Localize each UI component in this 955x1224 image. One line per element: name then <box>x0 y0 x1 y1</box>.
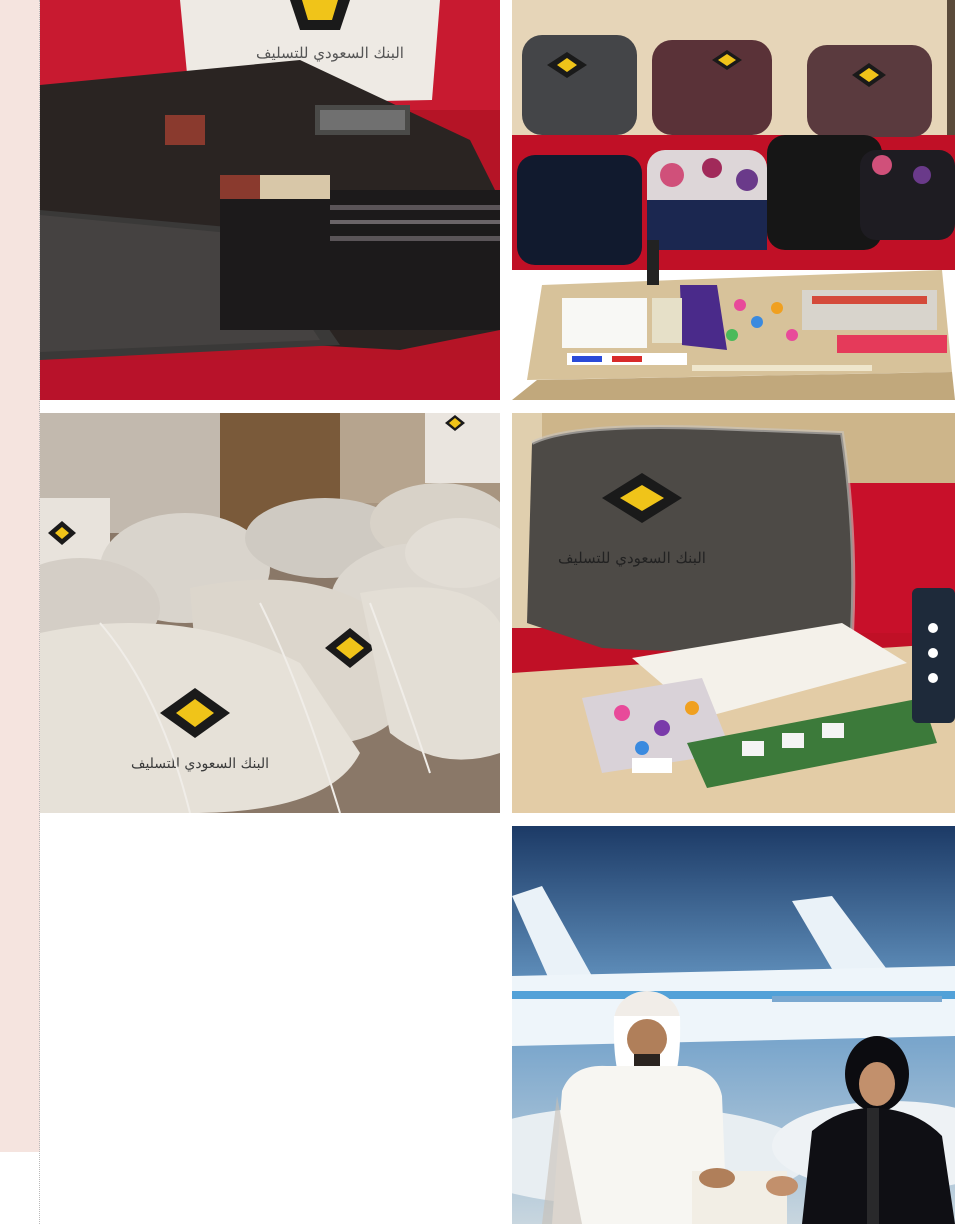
school-backpacks-supplies-photo[interactable] <box>512 0 955 400</box>
bank-logo-text: البنك السعودي للتسليف <box>256 44 404 62</box>
logo-backpack-stationery-photo[interactable]: البنك السعودي للتسليف <box>512 413 955 813</box>
bank-logo-icon <box>290 0 350 30</box>
gift-bag-clothing-photo[interactable]: البنك السعودي للتسليف <box>40 0 500 400</box>
cloth-drawstring-bags-photo[interactable]: البنك السعودي للتسليف <box>40 413 500 813</box>
sidebar-panel <box>0 0 40 1152</box>
gallery-page: البنك السعودي للتسليف البنك السعودي للتس… <box>0 0 955 1224</box>
bank-logo-text: البنك السعودي للتسليف <box>558 549 706 567</box>
bank-logo-text: البنك السعودي للتسليف <box>131 756 269 772</box>
award-handover-airplane-photo[interactable] <box>512 826 955 1224</box>
